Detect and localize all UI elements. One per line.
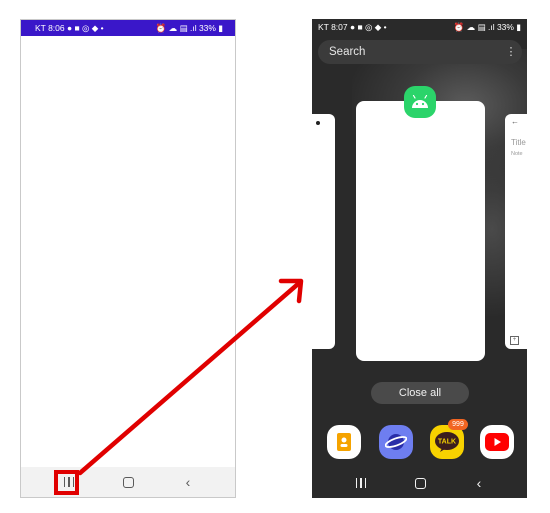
status-left: KT 8:07 ● ■ ◎ ◆ •	[318, 22, 387, 32]
app-dock: TALK 999	[327, 419, 517, 461]
recents-button-highlight	[54, 470, 79, 495]
youtube-icon[interactable]	[480, 425, 514, 459]
recents-icon	[355, 478, 367, 488]
more-options-icon[interactable]: ⋮	[506, 40, 517, 64]
note-title: Title	[511, 138, 526, 147]
home-icon	[414, 477, 426, 489]
back-icon: ‹	[185, 474, 191, 490]
navigation-bar: ‹	[312, 468, 527, 498]
android-app-icon[interactable]	[404, 86, 436, 118]
contacts-icon[interactable]	[327, 425, 361, 459]
android-icon	[412, 95, 428, 108]
status-bar: KT 8:06 ● ■ ◎ ◆ • ⏰ ☁ ▤ .ıl 33% ▮	[21, 20, 235, 36]
recent-app-card-right[interactable]: ← Title Note +	[505, 114, 527, 349]
arrow-back-icon: ←	[511, 117, 519, 126]
close-all-button[interactable]: Close all	[371, 382, 469, 404]
back-button[interactable]: ‹	[464, 468, 494, 498]
recent-app-card[interactable]	[356, 101, 485, 361]
status-bar: KT 8:07 ● ■ ◎ ◆ • ⏰ ☁ ▤ .ıl 33% ▮	[312, 19, 527, 35]
recent-app-card-left[interactable]	[312, 114, 335, 349]
status-right: ⏰ ☁ ▤ .ıl 33% ▮	[155, 23, 223, 33]
back-button[interactable]: ‹	[173, 467, 203, 497]
add-icon: +	[510, 336, 519, 345]
kakaotalk-icon[interactable]: TALK 999	[430, 419, 468, 459]
search-label: Search	[329, 46, 366, 58]
home-button[interactable]	[113, 467, 143, 497]
home-icon	[122, 476, 134, 488]
svg-text:TALK: TALK	[438, 439, 456, 446]
search-bar[interactable]: Search ⋮	[318, 40, 522, 64]
recents-button[interactable]	[346, 468, 376, 498]
notification-badge: 999	[448, 419, 468, 430]
status-right: ⏰ ☁ ▤ .ıl 33% ▮	[453, 22, 521, 32]
left-phone-screen: KT 8:06 ● ■ ◎ ◆ • ⏰ ☁ ▤ .ıl 33% ▮ ‹	[20, 19, 236, 498]
samsung-internet-icon[interactable]	[379, 425, 413, 459]
right-phone-screen: KT 8:07 ● ■ ◎ ◆ • ⏰ ☁ ▤ .ıl 33% ▮ Search…	[312, 19, 527, 498]
home-button[interactable]	[405, 468, 435, 498]
status-left: KT 8:06 ● ■ ◎ ◆ •	[35, 23, 104, 33]
back-icon: ‹	[476, 475, 482, 491]
camera-dot-icon	[316, 121, 320, 125]
note-body: Note	[511, 151, 523, 157]
